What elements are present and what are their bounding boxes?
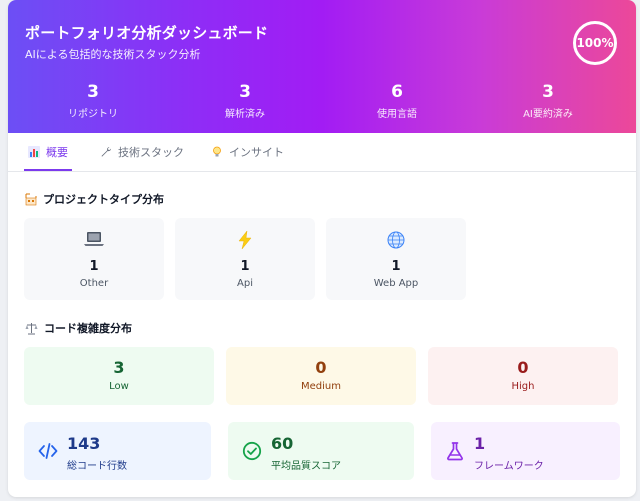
complexity-count: 0 (315, 358, 327, 377)
tab-bar: 概要 技術スタック インサイト (8, 133, 636, 172)
metric-label: 総コード行数 (67, 461, 127, 472)
complexity-count: 0 (517, 358, 529, 377)
complexity-label: Low (109, 381, 129, 392)
metric-card-total-lines: 143 総コード行数 (24, 422, 211, 480)
project-type-count: 1 (391, 259, 401, 274)
complexity-count: 3 (113, 358, 125, 377)
metric-label: フレームワーク (474, 461, 544, 472)
project-type-label: Web App (373, 278, 419, 289)
complexity-label: Medium (301, 381, 341, 392)
project-type-card-other: 1 Other (24, 218, 164, 300)
stat-ai-summarized: 3 AI要約済み (473, 82, 623, 120)
bar-chart-icon (28, 146, 40, 158)
stat-label: 使用言語 (377, 109, 417, 120)
page-subtitle: AIによる包括的な技術スタック分析 (25, 48, 201, 61)
metric-value: 1 (474, 434, 486, 453)
stat-analyzed: 3 解析済み (170, 82, 320, 120)
stat-value: 3 (87, 82, 99, 102)
lightning-icon (238, 231, 252, 249)
project-type-card-web-app: 1 Web App (326, 218, 466, 300)
stat-value: 3 (542, 82, 554, 102)
dashboard-card: ポートフォリオ分析ダッシュボード AIによる包括的な技術スタック分析 100% … (8, 0, 636, 497)
building-icon (25, 193, 37, 205)
completion-badge: 100% (573, 21, 617, 65)
page-title: ポートフォリオ分析ダッシュボード (25, 24, 269, 42)
metric-card-quality-score: 60 平均品質スコア (228, 422, 414, 480)
laptop-icon (84, 232, 104, 246)
complexity-card-high: 0 High (428, 347, 618, 405)
section-complexity: コード複雑度分布 (25, 320, 132, 336)
dashboard-header: ポートフォリオ分析ダッシュボード AIによる包括的な技術スタック分析 100% … (8, 0, 636, 133)
stat-label: リポジトリ (68, 109, 118, 120)
code-icon (38, 443, 58, 459)
balance-scale-icon (25, 322, 38, 334)
stat-repositories: 3 リポジトリ (18, 82, 168, 120)
section-project-types: プロジェクトタイプ分布 (25, 191, 164, 207)
stat-label: AI要約済み (523, 109, 573, 120)
complexity-label: High (511, 381, 535, 392)
tab-label: 概要 (46, 146, 68, 159)
metric-value: 143 (67, 434, 101, 453)
tab-tech-stack[interactable]: 技術スタック (100, 133, 184, 171)
active-tab-indicator (24, 169, 72, 171)
metric-label: 平均品質スコア (271, 461, 341, 472)
project-type-label: Api (237, 278, 253, 289)
tab-label: 技術スタック (118, 146, 184, 159)
wrench-icon (101, 147, 112, 157)
section-title: コード複雑度分布 (44, 322, 132, 335)
project-type-count: 1 (89, 259, 99, 274)
tab-label: インサイト (229, 146, 284, 159)
stat-value: 3 (239, 82, 251, 102)
complexity-card-low: 3 Low (24, 347, 214, 405)
tab-overview[interactable]: 概要 (28, 133, 68, 171)
project-type-label: Other (79, 278, 109, 289)
check-circle-icon (242, 441, 262, 461)
complexity-card-medium: 0 Medium (226, 347, 416, 405)
stat-languages: 6 使用言語 (322, 82, 472, 120)
project-type-card-api: 1 Api (175, 218, 315, 300)
tab-insights[interactable]: インサイト (211, 133, 284, 171)
metric-value: 60 (271, 434, 294, 453)
project-type-count: 1 (240, 259, 250, 274)
lightbulb-icon (213, 146, 221, 157)
flask-icon (447, 442, 463, 461)
metric-card-frameworks: 1 フレームワーク (431, 422, 620, 480)
stat-value: 6 (391, 82, 403, 102)
globe-icon (387, 231, 405, 249)
stat-label: 解析済み (225, 109, 265, 120)
section-title: プロジェクトタイプ分布 (43, 193, 164, 206)
